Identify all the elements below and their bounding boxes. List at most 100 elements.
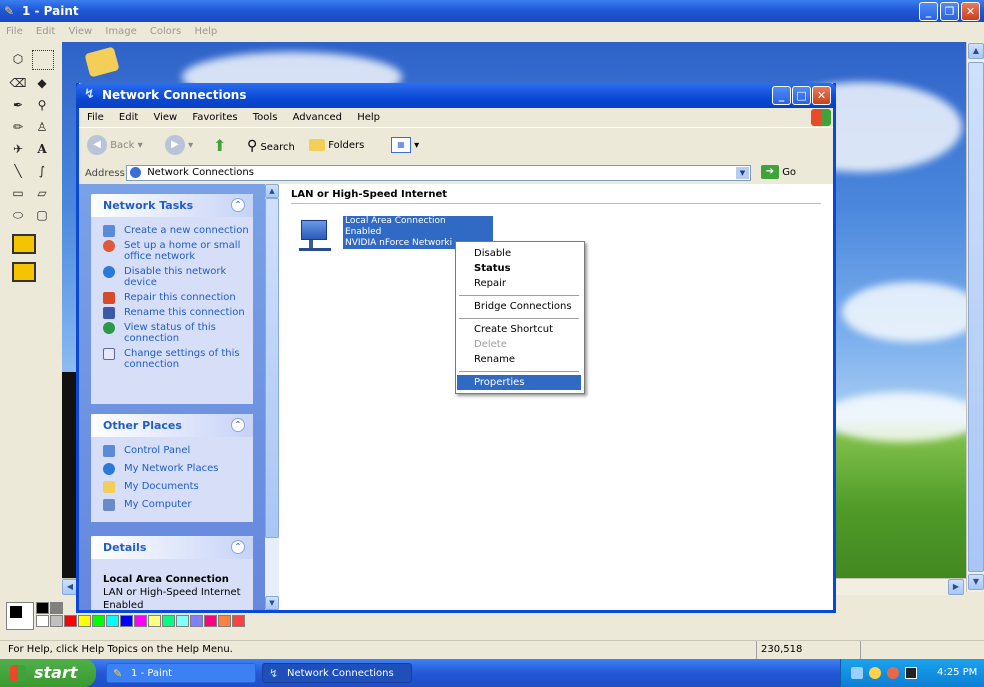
nc-title-bar[interactable]: ↯ Network Connections _ □ ✕ (76, 83, 836, 108)
tray-volume-icon[interactable] (869, 667, 881, 679)
menu-item-create-shortcut[interactable]: Create Shortcut (457, 322, 581, 337)
menu-item-status[interactable]: Status (457, 261, 581, 276)
text-icon[interactable]: A (32, 140, 52, 158)
color-swatch[interactable] (106, 615, 119, 627)
taskbar-button-network-connections[interactable]: ↯ Network Connections (262, 663, 412, 683)
eraser-icon[interactable]: ⌫ (8, 74, 28, 92)
scroll-down-icon[interactable]: ▼ (968, 574, 984, 590)
rectangle-icon[interactable]: ▭ (8, 184, 28, 202)
airbrush-icon[interactable]: ✈ (8, 140, 28, 158)
nc-menu-help[interactable]: Help (357, 112, 380, 123)
color-swatch[interactable] (50, 615, 63, 627)
task-change-settings[interactable]: Change settings of this connection (91, 348, 253, 370)
rounded-rect-icon[interactable]: ▢ (32, 206, 52, 224)
tray-network-icon[interactable] (851, 667, 863, 679)
nc-menu-tools[interactable]: Tools (253, 112, 278, 123)
place-my-computer[interactable]: My Computer (91, 499, 253, 511)
paint-menu-help[interactable]: Help (194, 26, 217, 37)
fill-icon[interactable]: ◆ (32, 74, 52, 92)
color-swatch[interactable] (190, 615, 203, 627)
folders-button[interactable]: Folders (309, 134, 364, 158)
color-swatch[interactable] (78, 615, 91, 627)
vertical-scrollbar[interactable]: ▲ ▼ (966, 42, 984, 592)
rect-select-icon[interactable] (32, 50, 54, 70)
collapse-chevron-icon[interactable]: ⌃ (231, 540, 245, 554)
details-header[interactable]: Details ⌃ (91, 536, 253, 559)
up-folder-icon[interactable]: ⬆ (213, 136, 233, 156)
minimize-button[interactable]: _ (919, 2, 938, 21)
menu-item-rename[interactable]: Rename (457, 352, 581, 367)
color-swatch[interactable] (204, 615, 217, 627)
task-home-network[interactable]: Set up a home or small office network (91, 240, 253, 262)
menu-item-disable[interactable]: Disable (457, 246, 581, 261)
curve-icon[interactable]: ∫ (32, 162, 52, 180)
nc-maximize-button[interactable]: □ (792, 86, 811, 105)
color-swatch[interactable] (92, 615, 105, 627)
collapse-chevron-icon[interactable]: ⌃ (231, 198, 245, 212)
nc-menu-view[interactable]: View (153, 112, 177, 123)
other-places-header[interactable]: Other Places ⌃ (91, 414, 253, 437)
menu-item-delete[interactable]: Delete (457, 337, 581, 352)
network-tasks-header[interactable]: Network Tasks ⌃ (91, 194, 253, 217)
nc-menu-edit[interactable]: Edit (119, 112, 138, 123)
nc-minimize-button[interactable]: _ (772, 86, 791, 105)
scroll-down-icon[interactable]: ▼ (265, 596, 279, 610)
start-button[interactable]: start (0, 659, 96, 687)
scroll-up-icon[interactable]: ▲ (265, 184, 279, 198)
address-input[interactable]: Network Connections ▼ (126, 165, 751, 181)
tray-security-icon[interactable] (887, 667, 899, 679)
place-my-documents[interactable]: My Documents (91, 481, 253, 493)
color-swatch[interactable] (218, 615, 231, 627)
task-rename[interactable]: Rename this connection (91, 307, 253, 319)
close-button[interactable]: ✕ (961, 2, 980, 21)
go-button[interactable]: ➔ Go (761, 165, 796, 181)
nc-menu-advanced[interactable]: Advanced (293, 112, 342, 123)
free-select-icon[interactable]: ⬡ (8, 50, 28, 68)
color-swatch[interactable] (176, 615, 189, 627)
nc-menu-file[interactable]: File (87, 112, 104, 123)
place-my-network-places[interactable]: My Network Places (91, 463, 253, 475)
pick-color-icon[interactable]: ✒ (8, 96, 28, 114)
task-create-connection[interactable]: Create a new connection (91, 225, 253, 237)
color-swatch[interactable] (50, 602, 63, 614)
scroll-thumb[interactable] (265, 198, 279, 538)
line-icon[interactable]: ╲ (8, 162, 28, 180)
brush-icon[interactable]: ♙ (32, 118, 52, 136)
collapse-chevron-icon[interactable]: ⌃ (231, 418, 245, 432)
paint-menu-image[interactable]: Image (105, 26, 136, 37)
menu-item-bridge-connections[interactable]: Bridge Connections (457, 299, 581, 314)
nc-close-button[interactable]: ✕ (812, 86, 831, 105)
color-swatch[interactable] (134, 615, 147, 627)
search-button[interactable]: ⚲ Search (247, 134, 295, 158)
menu-item-repair[interactable]: Repair (457, 276, 581, 291)
polygon-icon[interactable]: ▱ (32, 184, 52, 202)
magnifier-icon[interactable]: ⚲ (32, 96, 52, 114)
paint-menu-colors[interactable]: Colors (150, 26, 181, 37)
paint-menu-view[interactable]: View (68, 26, 92, 37)
color-swatch[interactable] (148, 615, 161, 627)
scroll-thumb[interactable] (968, 62, 984, 572)
back-button[interactable]: ◀ Back ▾ (87, 134, 143, 158)
task-view-status[interactable]: View status of this connection (91, 322, 253, 344)
task-repair[interactable]: Repair this connection (91, 292, 253, 304)
nc-menu-favorites[interactable]: Favorites (192, 112, 237, 123)
forward-button[interactable]: ▶ ▾ (165, 134, 193, 158)
scroll-right-icon[interactable]: ▶ (948, 579, 964, 595)
menu-item-properties[interactable]: Properties (457, 375, 581, 390)
tray-app-icon[interactable] (905, 667, 917, 679)
paint-menu-file[interactable]: File (6, 26, 23, 37)
task-disable-device[interactable]: Disable this network device (91, 266, 253, 288)
scroll-up-icon[interactable]: ▲ (968, 43, 984, 59)
pencil-icon[interactable]: ✏ (8, 118, 28, 136)
paint-title-bar[interactable]: ✎ 1 - Paint _ ❐ ✕ (0, 0, 984, 22)
restore-button[interactable]: ❐ (940, 2, 959, 21)
task-pane-scrollbar[interactable]: ▲ ▼ (265, 184, 279, 610)
tool-option-icon[interactable] (12, 262, 36, 282)
views-button[interactable]: ▦ ▾ (391, 136, 419, 156)
color-swatch[interactable] (120, 615, 133, 627)
color-swatch[interactable] (36, 602, 49, 614)
taskbar-button-paint[interactable]: ✎ 1 - Paint (106, 663, 256, 683)
ellipse-icon[interactable]: ⬭ (8, 206, 28, 224)
color-swatch[interactable] (64, 615, 77, 627)
address-dropdown-icon[interactable]: ▼ (736, 167, 749, 179)
